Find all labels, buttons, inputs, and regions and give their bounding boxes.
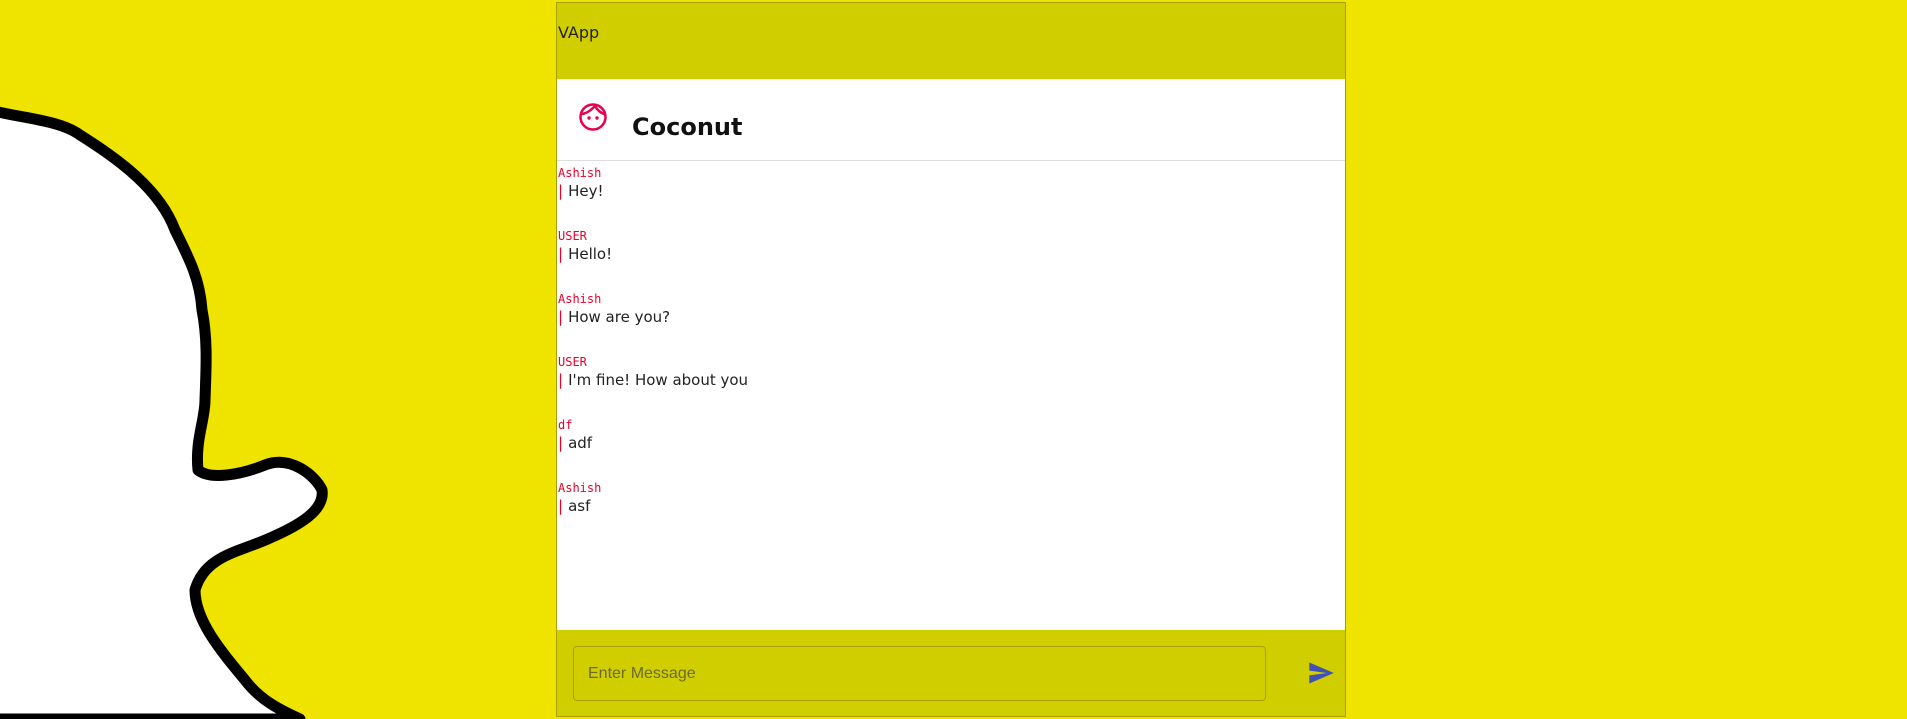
app-title: VApp bbox=[558, 23, 600, 42]
message-item: Ashish | Hey! bbox=[557, 165, 1345, 228]
message-item: USER | Hello! bbox=[557, 228, 1345, 291]
send-icon bbox=[1309, 662, 1334, 684]
ghost-outline-decoration bbox=[0, 106, 328, 719]
message-sender: df bbox=[558, 418, 573, 432]
message-text: Hello! bbox=[568, 245, 613, 263]
message-text: adf bbox=[568, 434, 593, 452]
message-item: Ashish | asf bbox=[557, 480, 1345, 543]
message-marker: | bbox=[558, 434, 564, 452]
message-text: Hey! bbox=[568, 182, 604, 200]
message-line: | Hey! bbox=[557, 181, 1345, 201]
message-line: | asf bbox=[557, 496, 1345, 516]
message-input-wrapper bbox=[573, 646, 1266, 701]
message-input[interactable] bbox=[574, 647, 1265, 700]
message-line: | I'm fine! How about you bbox=[557, 370, 1345, 390]
message-sender: USER bbox=[558, 355, 587, 369]
message-marker: | bbox=[558, 245, 564, 263]
message-marker: | bbox=[558, 371, 564, 389]
message-text: How are you? bbox=[568, 308, 671, 326]
message-sender: Ashish bbox=[558, 166, 602, 180]
message-marker: | bbox=[558, 308, 564, 326]
message-text: I'm fine! How about you bbox=[568, 371, 749, 389]
message-marker: | bbox=[558, 182, 564, 200]
message-item: Ashish | How are you? bbox=[557, 291, 1345, 354]
message-sender: USER bbox=[558, 229, 587, 243]
message-line: | adf bbox=[557, 433, 1345, 453]
message-marker: | bbox=[558, 497, 564, 515]
message-composer bbox=[557, 630, 1345, 716]
face-icon bbox=[579, 103, 607, 131]
chat-header: Coconut bbox=[557, 79, 1345, 161]
message-line: | Hello! bbox=[557, 244, 1345, 264]
message-list: Ashish | Hey! USER | Hello! Ashish | How ar… bbox=[557, 165, 1345, 543]
message-item: df | adf bbox=[557, 417, 1345, 480]
send-button[interactable] bbox=[1307, 659, 1335, 687]
message-item: USER | I'm fine! How about you bbox=[557, 354, 1345, 417]
message-text: asf bbox=[568, 497, 591, 515]
chat-window: VApp Coconut Ashish | Hey! USER | Hello! A… bbox=[556, 2, 1346, 717]
app-header: VApp bbox=[557, 3, 1345, 79]
message-sender: Ashish bbox=[558, 292, 602, 306]
contact-name: Coconut bbox=[632, 113, 743, 141]
message-sender: Ashish bbox=[558, 481, 602, 495]
message-line: | How are you? bbox=[557, 307, 1345, 327]
